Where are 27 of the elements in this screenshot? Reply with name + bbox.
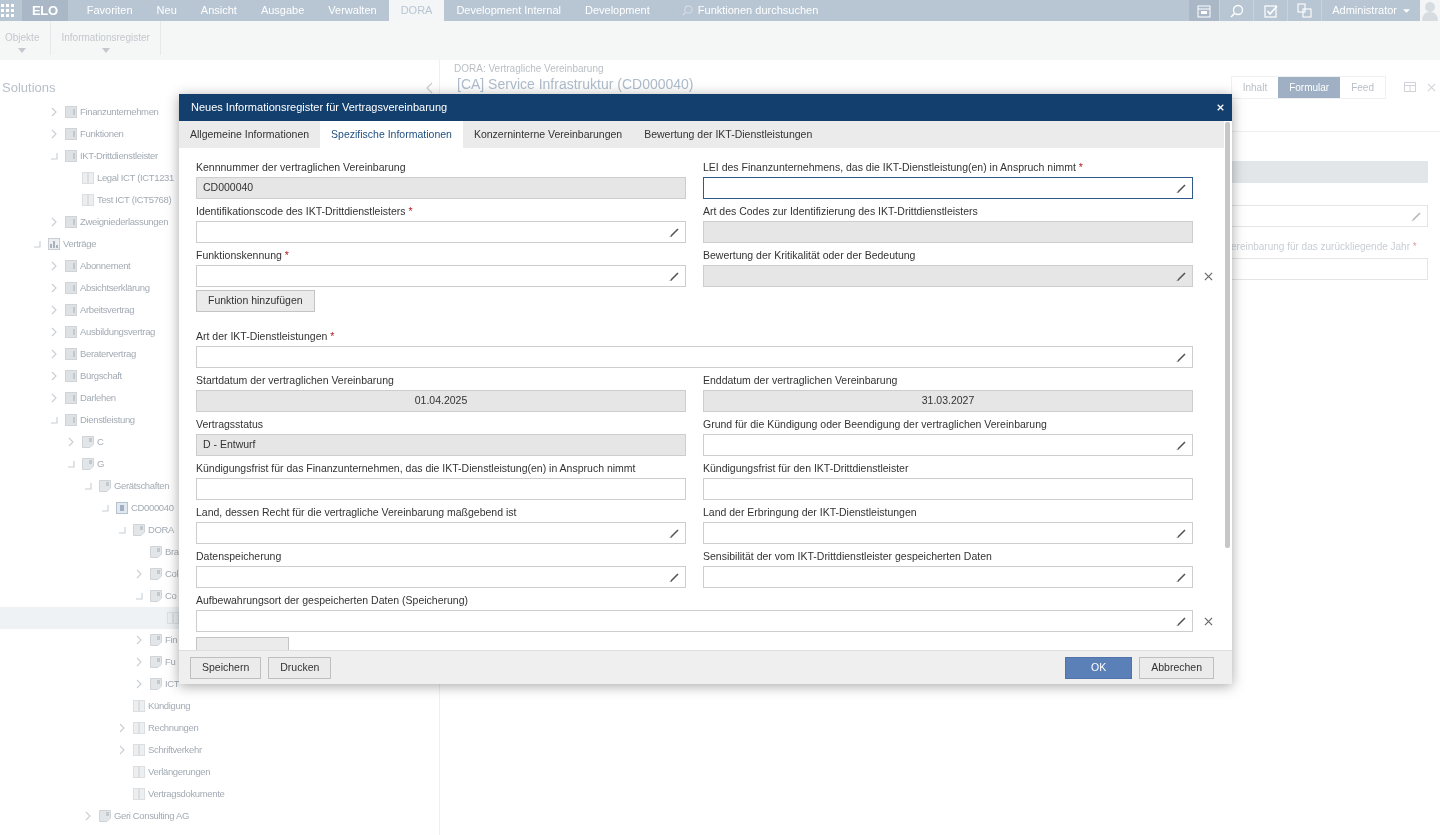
field-value: D - Entwurf (203, 437, 256, 453)
field-label: Kündigungsfrist für den IKT-Drittdienstleister (703, 461, 910, 475)
search-placeholder: Funktionen durchsuchen (697, 3, 819, 19)
field-label: Enddatum der vertraglichen Vereinbarung (703, 373, 899, 387)
field-label: Land der Erbringung der IKT-Dienstleistungen (703, 505, 918, 519)
field-value: 31.03.2027 (921, 393, 975, 409)
field-label: LEI des Finanzunternehmens, das die IKT-Dienstleistung(en) in Anspruch nimmt * (703, 160, 1084, 174)
field-label: Grund für die Kündigung oder Beendigung der vertraglichen Vereinbarung (703, 417, 1048, 431)
field-label: Funktionskennung * (196, 248, 290, 262)
field-label: Art des Codes zur Identifizierung des IKT-Drittdienstleisters (703, 204, 979, 218)
field-label: Kennnummer der vertraglichen Vereinbarung (196, 160, 407, 174)
field-value: 01.04.2025 (414, 393, 468, 409)
field-value: CD000040 (203, 180, 254, 196)
field-label: Bewertung der Kritikalität oder der Bedeutung (703, 248, 917, 262)
field-label: Aufbewahrungsort der gespeicherten Daten (Speicherung) (196, 593, 469, 607)
field-label: Land, dessen Recht für die vertragliche Vereinbarung maßgebend ist (196, 505, 518, 519)
field-label: Sensibilität der vom IKT-Drittdienstleister gespeicherten Daten (703, 549, 993, 563)
dialog-title: Neues Informationsregister für Vertragsvereinbarung (191, 100, 448, 116)
detail-title: [CA] Service Infrastruktur (CD000040) (457, 76, 694, 92)
field-label: Vertragsstatus (196, 417, 265, 431)
field-label: Startdatum der vertraglichen Vereinbarung (196, 373, 395, 387)
sidebar-title: Solutions (2, 78, 56, 97)
field-label: Art der IKT-Dienstleistungen * (196, 329, 336, 343)
field-label: Kündigungsfrist für das Finanzunternehmen, das die IKT-Dienstleistung(en) in Anspruch nimmt (196, 461, 637, 475)
field-label: Datenspeicherung (196, 549, 283, 563)
field-label: Identifikationscode des IKT-Drittdienstleisters * (196, 204, 414, 218)
breadcrumb: DORA: Vertragliche Vereinbarung (454, 63, 605, 75)
